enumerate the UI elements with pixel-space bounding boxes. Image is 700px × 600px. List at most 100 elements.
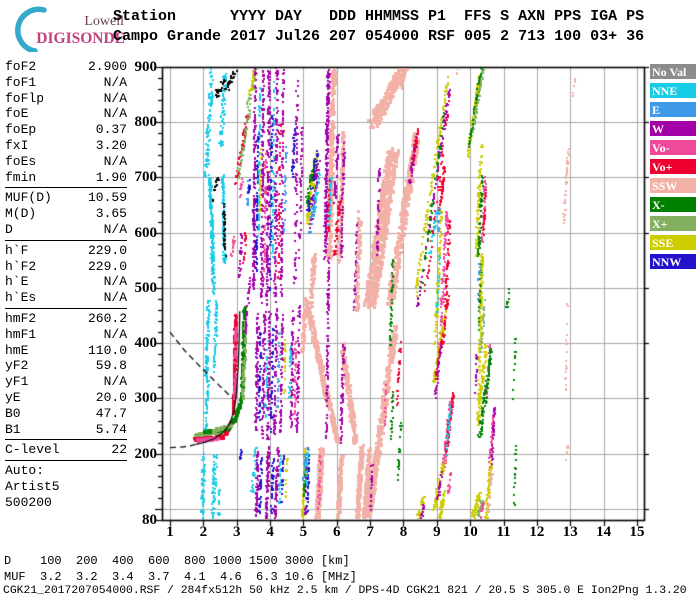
parameter-label: foF2 <box>5 59 37 74</box>
parameter-row: M(D) 3.65 <box>5 206 127 222</box>
legend-item: NNW <box>650 254 696 269</box>
panel-divider <box>5 187 127 189</box>
parameter-label: D <box>5 221 13 237</box>
legend-item: Vo+ <box>650 159 696 174</box>
parameter-label: h`F2 <box>5 258 37 274</box>
parameter-value: N/A <box>103 90 127 106</box>
x-axis-tick-label: 10 <box>462 524 478 540</box>
parameter-label: yE <box>5 389 21 405</box>
d-muf-table: D 100 200 400 600 800 1000 1500 3000 [km… <box>4 554 357 584</box>
panel-divider <box>5 239 127 241</box>
legend-label: SSE <box>652 236 674 250</box>
parameter-label: fxI <box>5 137 29 153</box>
parameter-value: N/A <box>103 153 127 169</box>
legend-label: NNW <box>652 255 682 269</box>
parameter-value: 10.59 <box>87 190 127 206</box>
parameter-row: Auto: <box>5 463 127 479</box>
parameter-label: hmE <box>5 342 29 358</box>
parameter-value: N/A <box>103 74 127 90</box>
parameter-label: hmF1 <box>5 326 37 342</box>
parameter-label: yF1 <box>5 374 29 390</box>
parameter-row: MUF(D) 10.59 <box>5 190 127 206</box>
panel-divider <box>5 307 127 309</box>
parameter-label: h`F <box>5 242 29 258</box>
parameter-row: yE 20.0 <box>5 390 127 406</box>
x-axis-tick-label: 8 <box>399 524 408 540</box>
parameter-label: B0 <box>5 405 21 421</box>
parameter-label: hmF2 <box>5 310 37 326</box>
parameter-row: fmin 1.90 <box>5 170 127 186</box>
parameter-row: Artist5 <box>5 479 127 495</box>
parameter-row: yF2 59.8 <box>5 358 127 374</box>
y-axis-tick-label: 500 <box>134 279 158 296</box>
parameter-label: MUF(D) <box>5 190 52 206</box>
x-axis-tick-label: 2 <box>199 524 208 540</box>
legend-item: Vo- <box>650 140 696 155</box>
y-axis-tick-label: 300 <box>134 390 158 407</box>
parameter-label: B1 <box>5 421 21 437</box>
parameter-row: B1 5.74 <box>5 422 127 438</box>
parameter-value: N/A <box>103 374 127 390</box>
parameter-row: yF1 N/A <box>5 374 127 390</box>
legend-item: NNE <box>650 83 696 98</box>
parameter-value: 47.7 <box>95 405 127 421</box>
y-axis-tick-label: 900 <box>134 59 158 75</box>
legend-item: X+ <box>650 216 696 231</box>
legend-label: Vo+ <box>652 160 673 174</box>
parameter-row: hmF1 N/A <box>5 327 127 343</box>
x-axis-tick-label: 13 <box>562 524 578 540</box>
parameter-row: C-level 22 <box>5 442 127 458</box>
y-axis-tick-label: 400 <box>134 335 158 352</box>
parameter-label: Artist5 <box>5 478 60 494</box>
legend-label: X+ <box>652 217 668 231</box>
legend-item: SSE <box>650 235 696 250</box>
parameter-row: foF2 2.900 <box>5 59 127 75</box>
parameter-label: 500200 <box>5 494 52 510</box>
legend-item: SSW <box>650 178 696 193</box>
parameter-value: 5.74 <box>95 421 127 437</box>
parameter-row: 500200 <box>5 495 127 511</box>
parameter-label: Auto: <box>5 463 45 479</box>
panel-divider <box>5 460 127 462</box>
legend-label: Vo- <box>652 141 670 155</box>
parameter-label: yF2 <box>5 358 29 374</box>
x-axis-tick-label: 11 <box>496 524 511 540</box>
x-axis-tick-label: 4 <box>266 524 274 540</box>
digisonde-ionogram-screen: Lowell DIGISONDE Station YYYY DAY DDD HH… <box>0 0 700 600</box>
legend-label: NNE <box>652 84 678 98</box>
parameter-label: foF1 <box>5 74 37 90</box>
y-axis-tick-label: 80 <box>142 512 157 528</box>
parameter-value: 229.0 <box>87 242 127 258</box>
x-axis-tick-label: 12 <box>529 524 545 540</box>
parameter-row: h`Es N/A <box>5 290 127 306</box>
parameter-row: foEp 0.37 <box>5 122 127 138</box>
parameter-value: 260.2 <box>87 310 127 326</box>
parameter-label: h`Es <box>5 290 37 306</box>
parameter-row: foF1 N/A <box>5 75 127 91</box>
legend-label: SSW <box>652 179 678 193</box>
parameter-label: foEs <box>5 153 37 169</box>
parameter-value: 229.0 <box>87 258 127 274</box>
parameter-value: 59.8 <box>95 358 127 374</box>
parameter-row: B0 47.7 <box>5 406 127 422</box>
x-axis-tick-label: 6 <box>333 524 341 540</box>
parameter-label: foFlp <box>5 90 45 106</box>
parameter-row: h`F2 229.0 <box>5 259 127 275</box>
parameter-label: h`E <box>5 274 29 290</box>
parameter-row: foE N/A <box>5 106 127 122</box>
legend-label: W <box>652 122 664 136</box>
parameter-label: foE <box>5 106 29 122</box>
y-axis-tick-label: 200 <box>134 445 158 462</box>
parameter-row: h`F 229.0 <box>5 243 127 259</box>
parameter-row: hmE 110.0 <box>5 343 127 359</box>
legend-label: X- <box>652 198 665 212</box>
parameter-label: foEp <box>5 122 37 138</box>
legend-item: W <box>650 121 696 136</box>
parameter-value: 3.65 <box>95 206 127 222</box>
parameter-panel: foF2 2.900 foF1 N/A foFlp N/A foE N/A foEp 0.37 fx… <box>5 59 127 511</box>
panel-divider <box>5 439 127 441</box>
parameter-row: fxI 3.20 <box>5 138 127 154</box>
parameter-value: 3.20 <box>95 137 127 153</box>
x-axis-tick-label: 1 <box>166 524 174 540</box>
parameter-label: C-level <box>5 442 60 458</box>
